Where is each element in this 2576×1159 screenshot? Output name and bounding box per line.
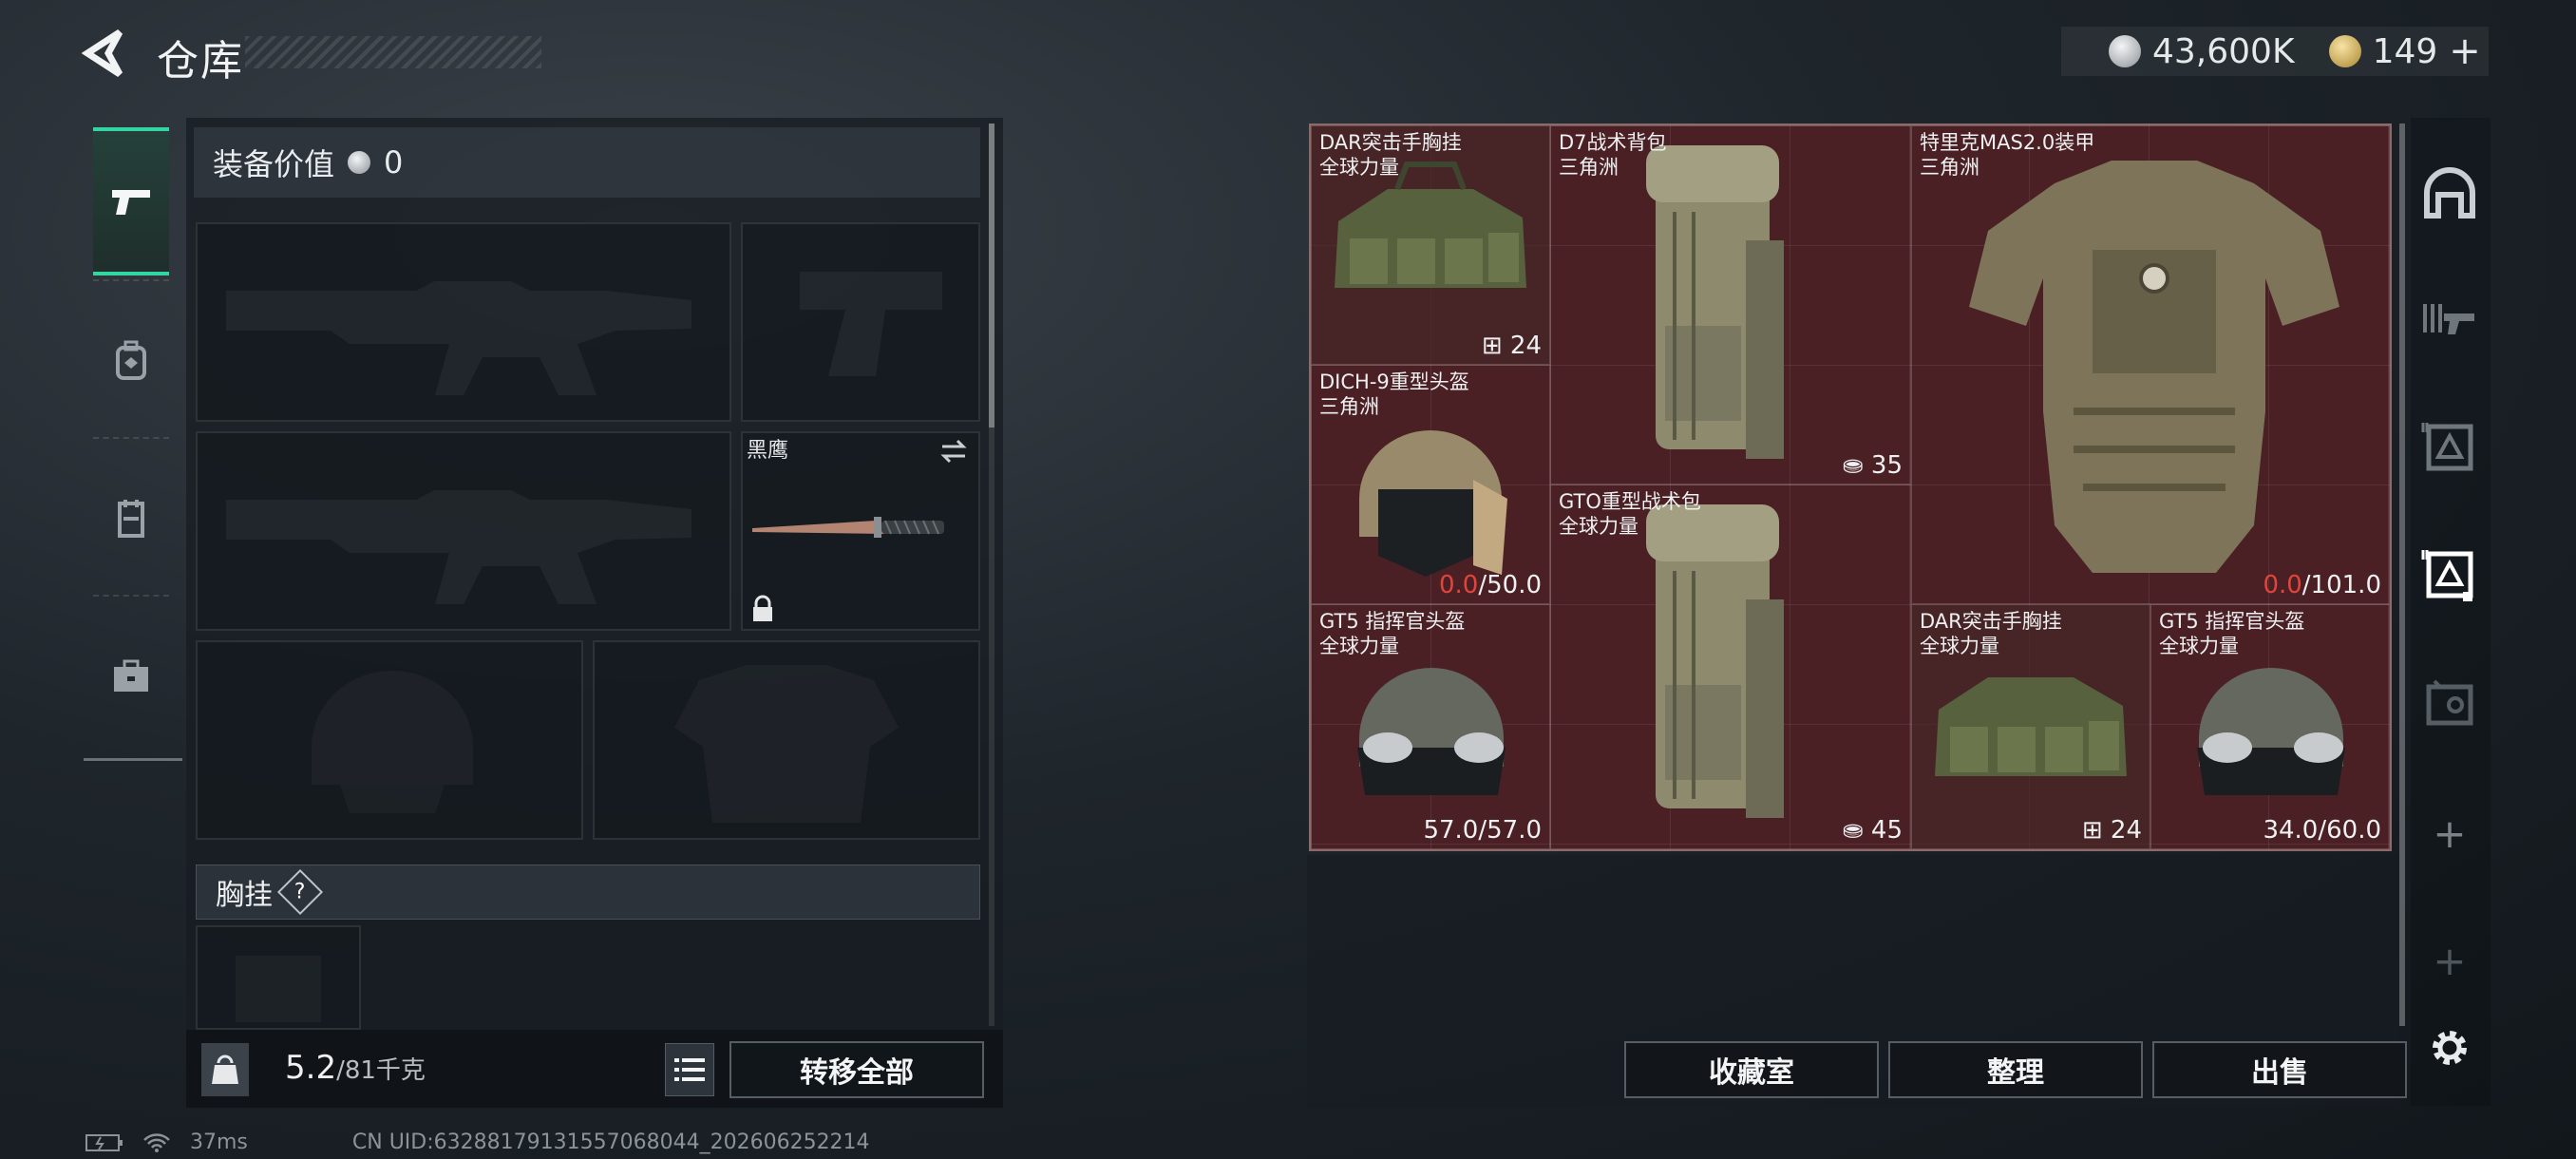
armor-silhouette-icon — [674, 665, 899, 823]
silver-coin-icon — [2109, 35, 2141, 67]
capacity-value: ⛂ 45 — [1842, 816, 1903, 845]
silver-coin-icon — [348, 151, 371, 174]
uid-readout: CN UID:6328817913155706804​4_20260625221… — [351, 1130, 870, 1154]
vest-icon: ⊞ — [2081, 816, 2111, 845]
armor-vest-icon — [118, 500, 144, 538]
container-item[interactable]: D7战术背包 三角洲 ⛂ 35 — [1550, 125, 1911, 484]
gear-value-label: 装备价值 — [213, 146, 335, 182]
container-item[interactable]: DAR突击手胸挂 全球力量 ⊞ 24 — [1911, 604, 2150, 849]
left-nav — [84, 116, 182, 764]
body-armor-icon — [1969, 161, 2339, 573]
capacity-value: ⊞ 24 — [1481, 332, 1542, 360]
plus-icon: + — [2433, 809, 2467, 857]
chest-rig-label: 胸挂 — [216, 879, 273, 912]
add-storage-button[interactable]: + — [2416, 927, 2483, 994]
weight-readout: 5.2/81千克 — [285, 1049, 426, 1087]
weight-icon — [201, 1043, 249, 1096]
secondary-weapon-slot[interactable] — [196, 431, 731, 631]
durability-value: 0.0/101.0 — [2263, 571, 2381, 599]
add-storage-button[interactable]: + — [2416, 800, 2483, 866]
sort-button[interactable]: 整理 — [1888, 1041, 2143, 1098]
help-button[interactable]: ? — [276, 868, 324, 916]
gold-coin-icon — [2328, 35, 2361, 67]
gold-amount: 149 — [2372, 31, 2438, 71]
page-title: 仓库 — [157, 37, 244, 86]
transfer-all-button[interactable]: 转移全部 — [729, 1041, 984, 1098]
nav-tab-backpack[interactable] — [93, 287, 169, 435]
weight-current: 5.2 — [285, 1049, 337, 1087]
status-bar: 37ms CN UID:6328817913155706804​4_202606… — [85, 1130, 870, 1154]
container-scrollbar[interactable] — [2399, 124, 2405, 1026]
container-item[interactable]: DAR突击手胸挂 全球力量 ⊞ 24 — [1311, 125, 1550, 365]
backpack-icon: ⛂ — [1842, 816, 1871, 845]
weight-max: /81千克 — [336, 1056, 426, 1085]
briefcase-icon — [114, 659, 148, 692]
title-decoration — [245, 36, 541, 68]
settings-button[interactable] — [2416, 1015, 2483, 1081]
list-icon — [674, 1058, 705, 1081]
gear-value-row: 装备价值 0 — [194, 127, 980, 198]
crate-active-icon — [2421, 550, 2473, 601]
melee-name: 黑鹰 — [747, 439, 789, 463]
back-arrow-icon — [81, 29, 123, 77]
pistol-slot[interactable] — [741, 222, 980, 422]
helmet-slot[interactable] — [196, 640, 583, 840]
container-item[interactable]: GT5 指挥官头盔 全球力量 34.0/60.0 — [2150, 604, 2390, 849]
battery-icon — [85, 1133, 123, 1151]
add-currency-button[interactable]: + — [2449, 29, 2481, 73]
pistol-silhouette-icon — [800, 272, 942, 376]
swap-icon[interactable] — [938, 439, 969, 464]
storage-tab-dome[interactable] — [2416, 160, 2483, 226]
durability-value: 0.0/50.0 — [1438, 571, 1542, 599]
pistol-icon — [112, 190, 150, 215]
dome-icon — [2424, 167, 2475, 218]
sell-button[interactable]: 出售 — [2152, 1041, 2407, 1098]
silver-amount: 43,600K — [2152, 31, 2295, 71]
primary-weapon-slot[interactable] — [196, 222, 731, 422]
rig-silhouette-icon — [236, 956, 321, 1022]
collection-room-button[interactable]: 收藏室 — [1624, 1041, 1879, 1098]
storage-tab-crate[interactable] — [2416, 412, 2483, 479]
weapon-rack-icon — [2423, 304, 2474, 334]
capacity-value: ⊞ 24 — [2081, 816, 2142, 845]
nav-tab-weapons[interactable] — [93, 127, 169, 276]
chest-rig-header: 胸挂 ? — [196, 864, 980, 920]
storage-tab-weapons[interactable] — [2416, 285, 2483, 352]
rifle-silhouette-icon — [226, 490, 691, 604]
ping-readout: 37ms — [190, 1130, 248, 1154]
tactical-backpack-icon — [1646, 145, 1784, 459]
container-item[interactable]: DICH-9重型头盔 三角洲 0.0/50.0 — [1311, 365, 1550, 604]
rifle-silhouette-icon — [226, 281, 691, 395]
plus-icon: + — [2433, 937, 2467, 984]
backpack-icon — [116, 340, 146, 380]
lock-icon — [753, 595, 772, 621]
container-item[interactable]: 特里克MAS2.0装甲 三角洲 0.0/101.0 — [1911, 125, 2390, 604]
back-button[interactable] — [81, 28, 125, 78]
container-item[interactable]: GTO重型战术包 全球力量 ⛂ 45 — [1550, 484, 1911, 849]
tactical-backpack-icon — [1646, 504, 1784, 818]
durability-value: 34.0/60.0 — [2263, 816, 2381, 845]
nav-tab-armor[interactable] — [93, 445, 169, 593]
durability-value: 57.0/57.0 — [1423, 816, 1542, 845]
vault-icon — [2426, 679, 2473, 726]
capacity-value: ⛂ 35 — [1842, 451, 1903, 480]
storage-tab-vault[interactable] — [2416, 671, 2483, 737]
container-item[interactable]: GT5 指挥官头盔 全球力量 57.0/57.0 — [1311, 604, 1550, 849]
wifi-icon — [143, 1132, 170, 1152]
chest-rig-slot[interactable] — [196, 925, 361, 1030]
backpack-icon: ⛂ — [1842, 451, 1871, 480]
loadout-scroll-thumb[interactable] — [989, 124, 994, 428]
currency-bar: 43,600K 149 + — [2061, 27, 2489, 76]
settings-icon — [2433, 1031, 2467, 1065]
vest-icon: ⊞ — [1481, 332, 1510, 360]
body-armor-slot[interactable] — [593, 640, 980, 840]
storage-tab-crate-active[interactable] — [2416, 542, 2483, 608]
helmet-silhouette-icon — [312, 671, 473, 785]
crate-icon — [2421, 423, 2473, 471]
gear-value: 0 — [384, 144, 404, 180]
nav-tab-case[interactable] — [93, 602, 169, 750]
list-view-button[interactable] — [665, 1043, 714, 1096]
